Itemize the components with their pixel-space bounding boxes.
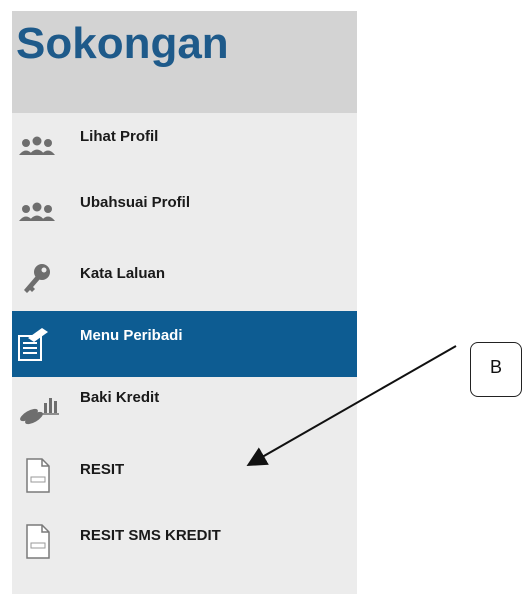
menu-item-label: Lihat Profil (80, 128, 159, 145)
menu-item-menu-peribadi[interactable]: Menu Peribadi (12, 311, 357, 377)
callout-label: B (489, 357, 502, 377)
screenshot-stage: Sokongan Lihat Profil Ubahsuai Profil Ka… (0, 0, 524, 594)
menu-item-label: Kata Laluan (80, 265, 166, 282)
coins-chart-icon (20, 398, 59, 425)
menu-item-lihat-profil[interactable]: Lihat Profil (12, 113, 357, 179)
document-icon (26, 458, 50, 493)
menu-item-label: RESIT SMS KREDIT (80, 527, 221, 544)
sidebar-header: Sokongan (12, 11, 357, 113)
document-edit-icon (18, 328, 48, 361)
sidebar-menu: Sokongan Lihat Profil Ubahsuai Profil Ka… (12, 11, 357, 594)
users-icon (19, 202, 55, 221)
menu-item-label: Ubahsuai Profil (80, 194, 191, 211)
menu-item-label: RESIT (80, 461, 125, 478)
menu-item-kata-laluan[interactable]: Kata Laluan (12, 245, 357, 311)
key-icon (24, 264, 50, 293)
menu-item-resit[interactable]: RESIT (12, 443, 357, 509)
sidebar-title: Sokongan (16, 19, 229, 68)
menu-item-label: Menu Peribadi (80, 327, 183, 344)
menu-item-ubahsuai-profil[interactable]: Ubahsuai Profil (12, 179, 357, 245)
annotation-callout: B (470, 342, 522, 397)
users-icon (19, 136, 55, 155)
menu-item-label: Baki Kredit (80, 389, 160, 406)
document-icon (26, 524, 50, 559)
menu-item-baki-kredit[interactable]: Baki Kredit (12, 377, 357, 443)
menu-item-resit-sms-kredit[interactable]: RESIT SMS KREDIT (12, 509, 357, 575)
